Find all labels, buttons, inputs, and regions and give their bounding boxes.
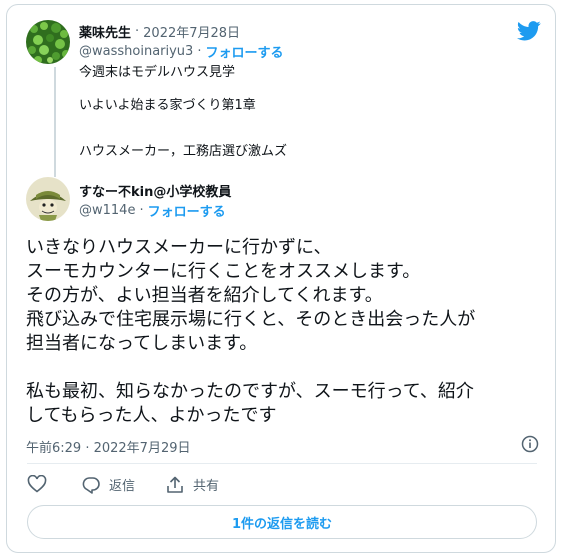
tweet1-header: 薬味先生 · 2022年7月28日 bbox=[79, 22, 240, 41]
tweet1-date[interactable]: 2022年7月28日 bbox=[143, 22, 240, 41]
tweet1-author-name[interactable]: 薬味先生 bbox=[79, 22, 131, 41]
tweet2-text: いきなりハウスメーカーに行かずに、 スーモカウンターに行くことをオススメします。… bbox=[26, 237, 476, 426]
tweet2-handle[interactable]: @w114e bbox=[79, 203, 135, 218]
thread-connector bbox=[54, 67, 56, 177]
share-icon bbox=[167, 476, 183, 493]
read-replies-button[interactable]: 1件の返信を読む bbox=[27, 505, 537, 539]
info-icon[interactable] bbox=[521, 435, 539, 453]
tweet2-timestamp[interactable]: 午前6:29 · 2022年7月29日 bbox=[26, 437, 191, 456]
heart-icon[interactable] bbox=[27, 475, 47, 493]
tweet1-follow-button[interactable]: フォローする bbox=[205, 42, 283, 61]
tweet-card: 薬味先生 · 2022年7月28日 @wasshoinariyu3 · フォロー… bbox=[6, 4, 556, 553]
tweet2-follow-button[interactable]: フォローする bbox=[148, 201, 226, 220]
avatar-suna[interactable] bbox=[26, 177, 70, 221]
tweet1-text-line-2: いよいよ始まる家づくり第1章 bbox=[79, 98, 256, 113]
reply-action[interactable]: 返信 bbox=[81, 475, 135, 494]
tweet1-text-line-3: ハウスメーカー，工務店選び激ムズ bbox=[79, 144, 288, 159]
separator: · bbox=[135, 24, 140, 39]
avatar-yakumi[interactable] bbox=[26, 20, 70, 64]
reply-label: 返信 bbox=[109, 479, 136, 494]
tweet2-author-name[interactable]: すなー不kin@小学校教員 bbox=[79, 181, 231, 200]
share-label: 共有 bbox=[193, 479, 220, 494]
tweet1-handle-row: @wasshoinariyu3 · フォローする bbox=[79, 42, 283, 61]
twitter-bird-icon[interactable] bbox=[517, 21, 541, 41]
reply-icon bbox=[82, 476, 100, 494]
tweet1-text-line-1: 今週末はモデルハウス見学 bbox=[79, 65, 236, 80]
separator: · bbox=[197, 44, 202, 59]
divider bbox=[27, 463, 537, 464]
share-action[interactable]: 共有 bbox=[165, 475, 219, 494]
tweet2-handle-row: @w114e · フォローする bbox=[79, 201, 226, 220]
tweet1-handle[interactable]: @wasshoinariyu3 bbox=[79, 44, 193, 59]
separator: · bbox=[139, 203, 144, 218]
